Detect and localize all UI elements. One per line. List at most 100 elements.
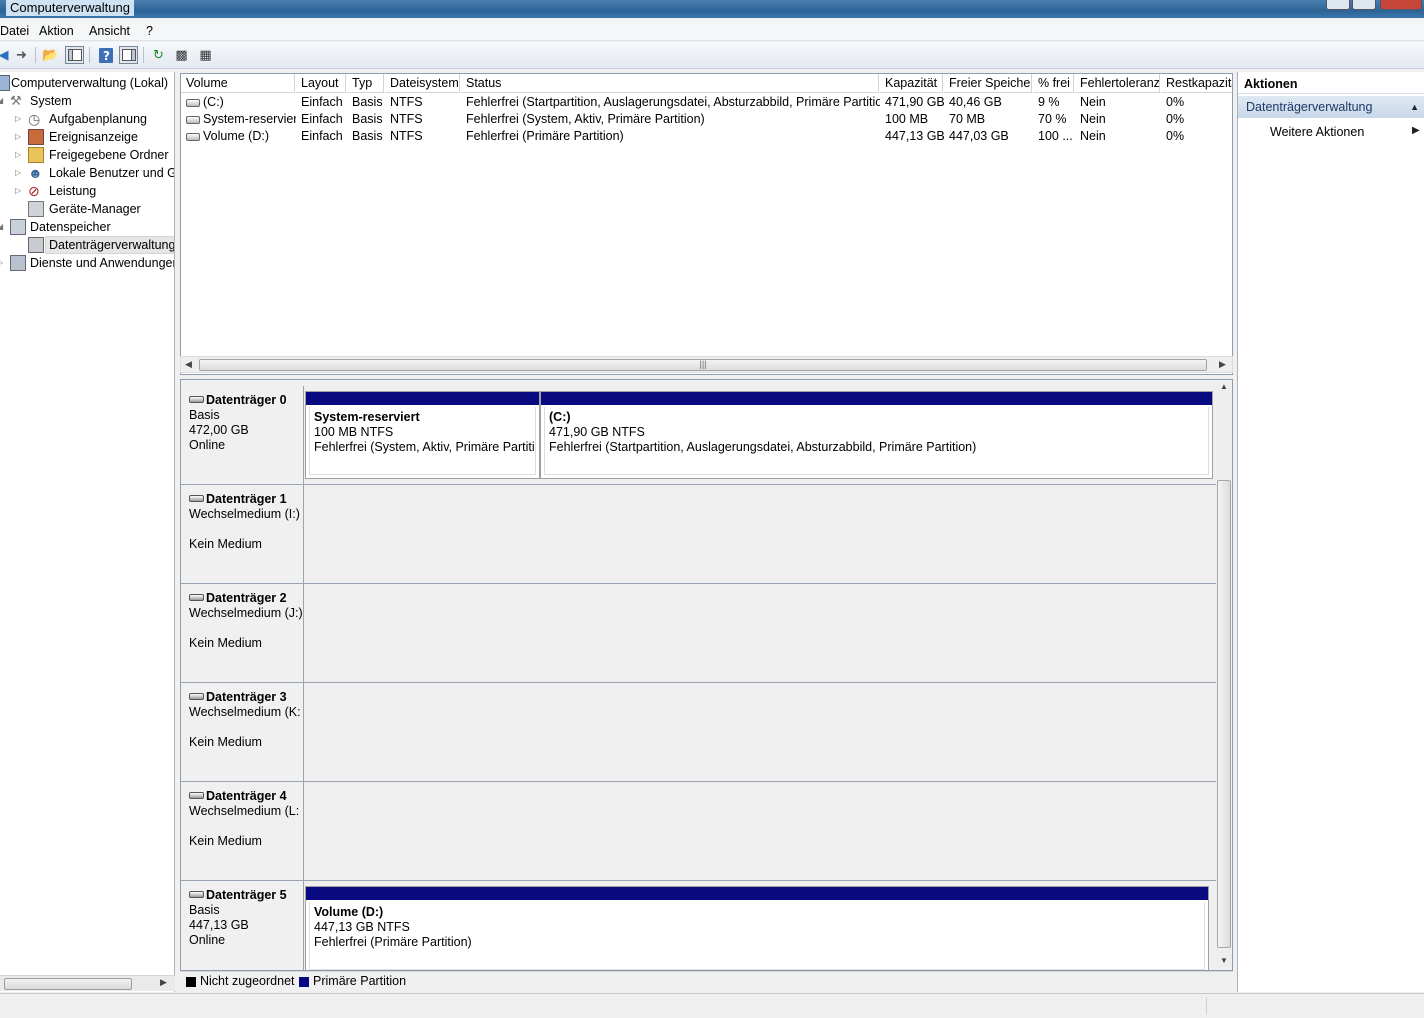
toolbar-separator (143, 47, 144, 63)
removable-disk-icon (189, 792, 204, 799)
tree-horizontal-scrollbar[interactable]: ▶ (0, 975, 175, 991)
disk-5-label[interactable]: Datenträger 5 Basis 447,13 GB Online (181, 881, 304, 970)
tools-icon: ⚒ (10, 93, 22, 108)
cell-layout: Einfach (301, 129, 343, 143)
disk-state: Online (189, 933, 226, 947)
cell-kapazitaet: 447,13 GB (885, 129, 944, 143)
expand-icon[interactable]: ▷ (15, 182, 25, 200)
cell-volume: System-reserviert (203, 112, 296, 126)
forward-icon[interactable]: ➜ (12, 46, 31, 64)
folder-up-icon[interactable]: 📂 (41, 46, 60, 64)
expand-icon[interactable]: ▷ (15, 128, 25, 146)
disk-4-label[interactable]: Datenträger 4 Wechselmedium (L: Kein Med… (181, 782, 304, 881)
collapse-icon[interactable]: ◢ (0, 92, 7, 110)
toolbar-separator (89, 47, 90, 63)
partition-c[interactable]: (C:) 471,90 GB NTFS Fehlerfrei (Startpar… (540, 391, 1213, 479)
volume-icon (186, 132, 200, 141)
show-hide-tree-icon[interactable] (65, 46, 84, 64)
collapse-up-icon[interactable]: ▲ (1410, 96, 1419, 118)
scroll-right-icon[interactable]: ▶ (160, 977, 167, 988)
close-button[interactable] (1380, 0, 1422, 10)
cell-dateisystem: NTFS (390, 95, 423, 109)
scroll-left-icon[interactable]: ◀ (185, 359, 192, 370)
menu-help[interactable]: ? (144, 23, 155, 39)
partition-size: 447,13 GB NTFS (314, 920, 410, 934)
column-header-dateisystem[interactable]: Dateisystem (385, 74, 460, 93)
refresh-icon[interactable]: ↻ (149, 46, 168, 64)
actions-pane: Aktionen Datenträgerverwaltung ▲ Weitere… (1237, 72, 1424, 992)
disk-view-vertical-scrollbar[interactable]: ▲ ▼ (1216, 382, 1232, 968)
scroll-up-icon[interactable]: ▲ (1220, 382, 1228, 391)
toolbar: ◀ ➜ 📂 ? ↻ ▩ ▦ (0, 42, 1424, 69)
expand-icon[interactable]: ▷ (15, 110, 25, 128)
hard-disk-icon (189, 891, 204, 898)
disk-state: Kein Medium (189, 636, 262, 650)
disk-name: Datenträger 4 (206, 789, 287, 803)
partition-status: Fehlerfrei (System, Aktiv, Primäre Parti… (314, 440, 536, 454)
cell-freier-speicher: 70 MB (949, 112, 986, 126)
column-header-restkapazitaet[interactable]: Restkapazität (1161, 74, 1232, 93)
disk-0-label[interactable]: Datenträger 0 Basis 472,00 GB Online (181, 386, 304, 485)
disk-2-label[interactable]: Datenträger 2 Wechselmedium (J:) Kein Me… (181, 584, 304, 683)
legend-swatch-primary (299, 977, 309, 987)
actions-section-datentraegerverwaltung[interactable]: Datenträgerverwaltung ▲ (1238, 96, 1424, 118)
volume-list-horizontal-scrollbar[interactable]: ◀ ||| ▶ (180, 356, 1233, 373)
cell-volume: Volume (D:) (203, 129, 269, 143)
column-header-freier-speicher[interactable]: Freier Speicher (944, 74, 1032, 93)
submenu-arrow-icon[interactable]: ▶ (1412, 125, 1420, 136)
event-viewer-icon (28, 129, 44, 145)
maximize-button[interactable] (1352, 0, 1376, 10)
scroll-down-icon[interactable]: ▼ (1220, 956, 1228, 965)
column-header-typ[interactable]: Typ (347, 74, 384, 93)
minimize-button[interactable] (1326, 0, 1350, 10)
help-icon[interactable]: ? (96, 46, 115, 64)
partition-d[interactable]: Volume (D:) 447,13 GB NTFS Fehlerfrei (P… (305, 886, 1209, 970)
weitere-aktionen-item[interactable]: Weitere Aktionen (1270, 123, 1364, 141)
cell-restkapazitaet: 0% (1166, 129, 1185, 143)
removable-disk-icon (189, 594, 204, 601)
disk-management-icon (28, 237, 44, 253)
disk-type: Wechselmedium (I:) (189, 507, 300, 521)
column-header-status[interactable]: Status (461, 74, 879, 93)
cell-dateisystem: NTFS (390, 129, 423, 143)
storage-icon (10, 219, 26, 235)
show-hide-action-icon[interactable] (119, 46, 138, 64)
column-header-fehlertoleranz[interactable]: Fehlertoleranz (1075, 74, 1160, 93)
cell-status: Fehlerfrei (System, Aktiv, Primäre Parti… (466, 112, 705, 126)
disk-name: Datenträger 2 (206, 591, 287, 605)
disk-state: Kein Medium (189, 735, 262, 749)
services-icon (10, 255, 26, 271)
partition-system-reserviert[interactable]: System-reserviert 100 MB NTFS Fehlerfrei… (305, 391, 540, 479)
partition-status: Fehlerfrei (Primäre Partition) (314, 935, 472, 949)
column-header-kapazitaet[interactable]: Kapazität (880, 74, 943, 93)
disk-3-label[interactable]: Datenträger 3 Wechselmedium (K: Kein Med… (181, 683, 304, 782)
scrollbar-thumb[interactable] (1217, 480, 1231, 948)
cell-kapazitaet: 471,90 GB (885, 95, 944, 109)
expand-icon[interactable]: ▷ (15, 146, 25, 164)
disk-graphical-view: Datenträger 0 Basis 472,00 GB Online Sys… (180, 379, 1233, 971)
cell-fehlertoleranz: Nein (1080, 112, 1106, 126)
scrollbar-thumb[interactable] (4, 978, 132, 990)
scrollbar-thumb[interactable]: ||| (199, 359, 1207, 371)
expand-icon[interactable]: ▷ (0, 254, 7, 272)
column-header-volume[interactable]: Volume (181, 74, 295, 93)
properties-icon[interactable]: ▩ (172, 46, 191, 64)
partition-size: 471,90 GB NTFS (549, 425, 645, 439)
column-header-prozent-frei[interactable]: % frei (1033, 74, 1074, 93)
cell-typ: Basis (352, 112, 383, 126)
collapse-icon[interactable]: ◢ (0, 218, 7, 236)
expand-icon[interactable]: ▷ (15, 164, 25, 182)
shared-folder-icon (28, 147, 44, 163)
scroll-right-icon[interactable]: ▶ (1219, 359, 1226, 370)
cell-prozent-frei: 100 ... (1038, 129, 1073, 143)
menu-ansicht[interactable]: Ansicht (87, 23, 132, 39)
disk-5-partitions: Volume (D:) 447,13 GB NTFS Fehlerfrei (P… (304, 881, 1216, 970)
disk-state: Kein Medium (189, 834, 262, 848)
column-header-layout[interactable]: Layout (296, 74, 346, 93)
export-icon[interactable]: ▦ (196, 46, 215, 64)
disk-1-label[interactable]: Datenträger 1 Wechselmedium (I:) Kein Me… (181, 485, 304, 584)
menu-datei[interactable]: Datei (0, 23, 31, 39)
disk-type: Basis (189, 903, 220, 917)
disk-type: Wechselmedium (K: (189, 705, 301, 719)
menu-aktion[interactable]: Aktion (37, 23, 76, 39)
